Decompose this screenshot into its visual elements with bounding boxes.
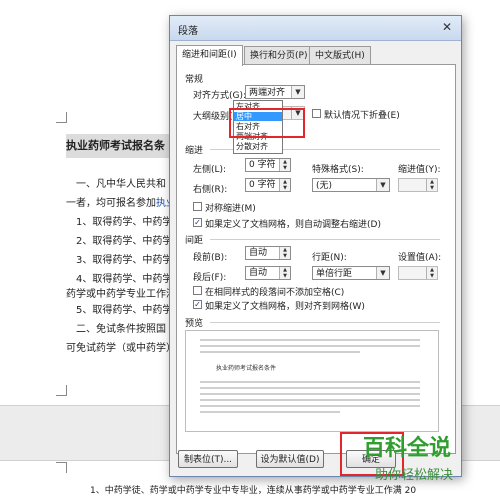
highlight-box xyxy=(229,108,305,138)
document-line: 3、取得药学、中药学 xyxy=(76,255,173,266)
snap-grid-label: 如果定义了文档网格，则对齐到网格(W) xyxy=(205,302,365,312)
preview-sample-text: 执业药师考试报名条件 xyxy=(216,365,277,372)
preview-line xyxy=(200,387,420,389)
special-format-label: 特殊格式(S): xyxy=(312,165,364,175)
preview-line xyxy=(200,345,420,347)
auto-adjust-label: 如果定义了文档网格，则自动调整右缩进(D) xyxy=(205,220,381,230)
special-format-select[interactable]: (无) ▼ xyxy=(312,178,390,192)
document-line: 一、凡中华人民共和 xyxy=(76,179,166,190)
chevron-down-icon[interactable]: ▼ xyxy=(291,86,304,98)
document-line: 可免试药学（或中药学） xyxy=(66,343,176,354)
chevron-down-icon[interactable]: ▼ xyxy=(376,179,389,191)
spin-buttons[interactable]: ▲ ▼ xyxy=(279,159,290,171)
preview-box: 执业药师考试报名条件 xyxy=(185,330,439,432)
indent-left-value: 0 字符 xyxy=(249,160,276,170)
spin-buttons[interactable]: ▲ ▼ xyxy=(279,247,290,259)
tabs-button[interactable]: 制表位(T)... xyxy=(178,450,238,468)
collapse-checkbox[interactable] xyxy=(312,109,321,118)
chevron-down-icon[interactable]: ▼ xyxy=(376,267,389,279)
alignment-select[interactable]: 两端对齐 ▼ xyxy=(245,85,305,99)
page-corner-mark xyxy=(56,112,67,123)
snap-grid-checkbox[interactable]: ✓ xyxy=(193,300,202,309)
set-default-button[interactable]: 设为默认值(D) xyxy=(256,450,324,468)
separator xyxy=(210,239,440,240)
no-space-label: 在相同样式的段落间不添加空格(C) xyxy=(205,288,345,298)
indent-right-value: 0 字符 xyxy=(249,180,276,190)
tab-line-page-breaks[interactable]: 换行和分页(P) xyxy=(244,46,314,65)
auto-adjust-checkbox[interactable]: ✓ xyxy=(193,218,202,227)
page-corner-mark xyxy=(56,385,67,396)
indent-right-input[interactable]: 0 字符 ▲ ▼ xyxy=(245,178,291,192)
no-space-checkbox[interactable] xyxy=(193,286,202,295)
indent-value-label: 缩进值(Y): xyxy=(398,165,441,175)
space-before-label: 段前(B): xyxy=(193,253,228,263)
dialog-title: 段落 xyxy=(178,26,198,37)
document-line: 一者，均可报名参加执业药 xyxy=(66,194,186,209)
watermark: 百科全说 助你轻松解决 xyxy=(363,430,500,496)
document-line: 5、取得药学、中药学 xyxy=(76,305,173,316)
mirror-indent-checkbox[interactable] xyxy=(193,202,202,211)
mirror-indent-label: 对称缩进(M) xyxy=(205,204,256,214)
collapse-label: 默认情况下折叠(E) xyxy=(324,111,400,121)
tab-indent-spacing[interactable]: 缩进和间距(I) xyxy=(176,45,243,66)
space-before-input[interactable]: 自动 ▲ ▼ xyxy=(245,246,291,260)
section-general: 常规 xyxy=(185,75,204,85)
tab-asian-typography[interactable]: 中文版式(H) xyxy=(309,46,371,65)
section-spacing: 间距 xyxy=(185,236,204,246)
document-heading: 执业药师考试报名条 xyxy=(66,134,176,158)
line-spacing-label: 行距(N): xyxy=(312,253,347,263)
space-after-input[interactable]: 自动 ▲ ▼ xyxy=(245,266,291,280)
special-format-value: (无) xyxy=(316,181,333,191)
preview-line xyxy=(200,411,340,413)
line-spacing-value: 单倍行距 xyxy=(316,269,353,279)
indent-left-input[interactable]: 0 字符 ▲ ▼ xyxy=(245,158,291,172)
document-line: 2、取得药学、中药学 xyxy=(76,236,173,247)
indent-right-label: 右侧(R): xyxy=(193,185,228,195)
indent-left-label: 左侧(L): xyxy=(193,165,227,175)
section-preview: 预览 xyxy=(185,319,204,329)
watermark-slogan: 助你轻松解决 xyxy=(375,468,454,483)
document-line: 4、取得药学、中药学 xyxy=(76,274,173,285)
preview-line xyxy=(200,339,420,341)
watermark-logo: 百科全说 xyxy=(363,436,452,461)
indent-value-input[interactable]: ▲ ▼ xyxy=(398,178,438,192)
space-after-label: 段后(F): xyxy=(193,273,227,283)
close-icon[interactable]: ✕ xyxy=(439,20,455,35)
space-before-value: 自动 xyxy=(249,248,268,258)
setting-value-input[interactable]: ▲ ▼ xyxy=(398,266,438,280)
preview-line xyxy=(200,405,420,407)
document-line-text: 一者，均可报名参加 xyxy=(66,198,156,209)
preview-line xyxy=(200,351,360,353)
preview-line xyxy=(200,399,420,401)
document-line: 二、免试条件按照国 xyxy=(76,324,166,335)
preview-line xyxy=(200,393,420,395)
spin-buttons[interactable]: ▲ ▼ xyxy=(279,267,290,279)
preview-line xyxy=(200,381,420,383)
space-after-value: 自动 xyxy=(249,268,268,278)
page-corner-mark xyxy=(56,462,67,473)
spin-buttons[interactable]: ▲ ▼ xyxy=(279,179,290,191)
line-spacing-select[interactable]: 单倍行距 ▼ xyxy=(312,266,390,280)
section-indent: 缩进 xyxy=(185,146,204,156)
alignment-select-value: 两端对齐 xyxy=(249,88,286,98)
setting-value-label: 设置值(A): xyxy=(398,253,442,263)
document-line: 药学或中药学专业工作满 xyxy=(66,289,176,300)
spin-buttons[interactable]: ▲ ▼ xyxy=(426,267,437,279)
spin-buttons[interactable]: ▲ ▼ xyxy=(426,179,437,191)
alignment-option[interactable]: 分散对齐 xyxy=(234,142,282,151)
separator xyxy=(210,322,440,323)
document-line: 1、取得药学、中药学 xyxy=(76,217,173,228)
dialog-title-bar[interactable]: 段落 ✕ xyxy=(170,16,461,41)
